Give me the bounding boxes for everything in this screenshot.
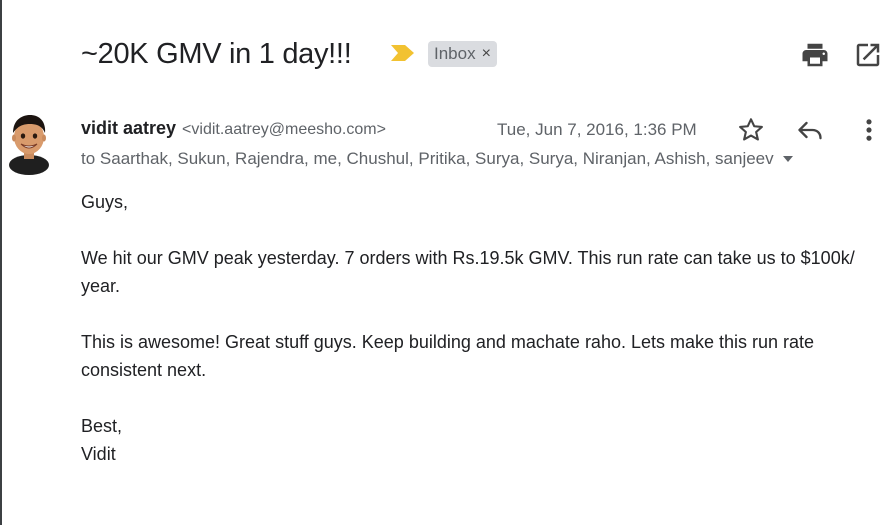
email-date: Tue, Jun 7, 2016, 1:36 PM [497,120,697,139]
recipients-text: to Saarthak, Sukun, Rajendra, me, Chushu… [81,149,774,168]
remove-label-button[interactable]: × [482,46,491,62]
reply-icon[interactable] [796,116,824,144]
body-paragraph: This is awesome! Great stuff guys. Keep … [81,332,815,380]
sender-email: <vidit.aatrey@meesho.com> [182,121,386,138]
caret-down-icon[interactable] [782,153,794,165]
star-icon[interactable] [737,116,765,144]
sender-line: vidit aatrey <vidit.aatrey@meesho.com> [81,118,386,144]
body-signature: Vidit [81,444,116,464]
important-marker-icon[interactable] [389,44,415,62]
more-vertical-icon[interactable] [855,116,883,144]
email-body: Guys, We hit our GMV peak yesterday. 7 o… [81,188,881,468]
body-signoff: Best, [81,416,123,436]
body-paragraph: We hit our GMV peak yesterday. 7 orders … [81,248,855,296]
open-in-new-window-icon[interactable] [853,40,883,70]
print-icon[interactable] [800,40,830,70]
window-edge [0,0,2,525]
email-subject: ~20K GMV in 1 day!!! [81,38,352,70]
body-greeting: Guys, [81,192,129,212]
sender-name[interactable]: vidit aatrey [81,118,176,139]
recipients-line: to Saarthak, Sukun, Rajendra, me, Chushu… [81,149,794,169]
inbox-label-text: Inbox [434,44,476,63]
avatar[interactable] [6,113,52,175]
inbox-label-chip: Inbox × [428,41,497,67]
